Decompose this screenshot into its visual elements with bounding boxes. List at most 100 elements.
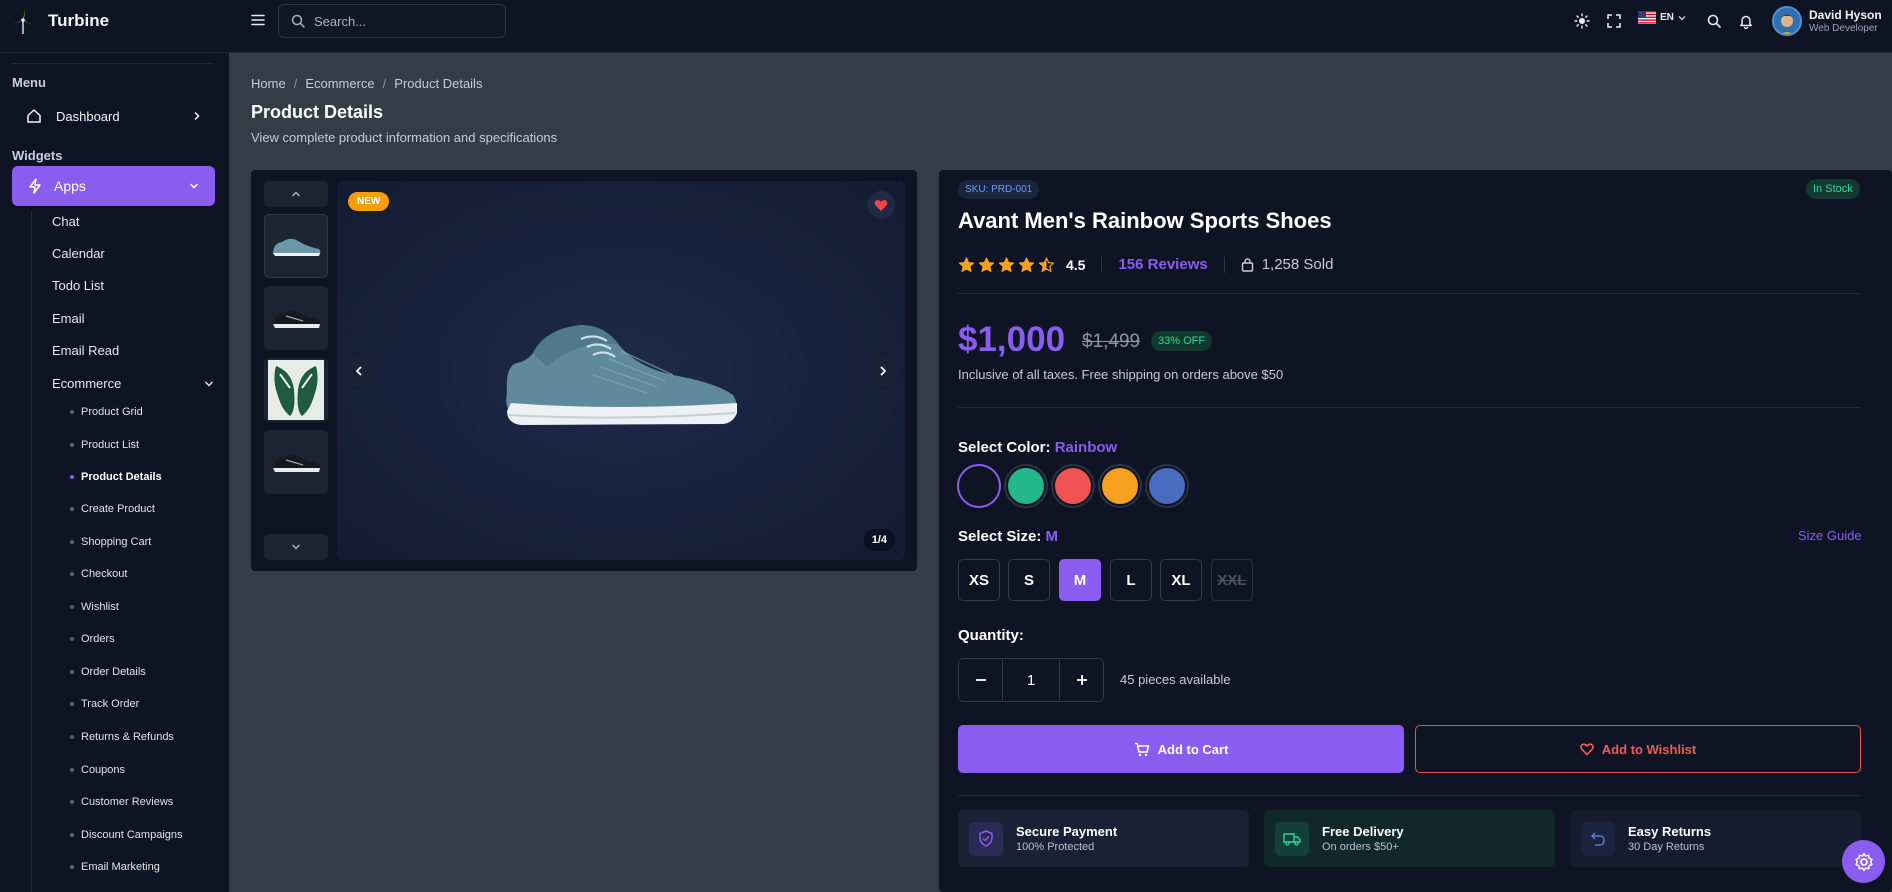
sidebar-divider [12, 63, 214, 64]
sidebar-item-coupons[interactable]: Coupons [70, 764, 125, 776]
chevron-right-icon [879, 366, 887, 376]
breadcrumb-current: Product Details [394, 76, 483, 91]
divider [958, 293, 1860, 294]
quantity-input[interactable]: 1 [1002, 659, 1060, 701]
menu-toggle-icon[interactable] [250, 12, 270, 32]
language-code: EN [1660, 12, 1674, 23]
breadcrumb: Home / Ecommerce / Product Details [251, 76, 482, 91]
color-swatch[interactable] [1006, 466, 1046, 506]
sidebar-item-apps[interactable]: Apps [12, 166, 215, 206]
color-swatch[interactable] [1147, 466, 1187, 506]
sidebar-item-returns-refunds[interactable]: Returns & Refunds [70, 731, 174, 743]
feature-title: Secure Payment [1016, 824, 1118, 839]
quantity-label: Quantity: [958, 627, 1024, 644]
bullet-dot [70, 443, 74, 447]
divider [958, 407, 1860, 408]
current-price: $1,000 [958, 320, 1066, 359]
color-swatch[interactable] [1053, 466, 1093, 506]
theme-toggle-sun-icon[interactable] [1573, 12, 1591, 30]
thumbnail-scroll-down-button[interactable] [264, 534, 328, 560]
sidebar-item-orders[interactable]: Orders [70, 633, 115, 645]
increase-quantity-button[interactable] [1060, 659, 1103, 701]
thumbnail-scroll-up-button[interactable] [264, 181, 328, 207]
sidebar-item-calendar[interactable]: Calendar [52, 246, 105, 261]
search-input[interactable] [314, 13, 484, 29]
sidebar-item-create-product[interactable]: Create Product [70, 503, 155, 515]
search-box[interactable] [278, 4, 506, 38]
star-icon [1038, 256, 1055, 272]
sidebar-item-dashboard[interactable]: Dashboard [26, 103, 202, 129]
size-guide-link[interactable]: Size Guide [1798, 528, 1862, 543]
divider [1101, 256, 1103, 273]
sidebar-item-product-list[interactable]: Product List [70, 439, 139, 451]
product-thumbnail[interactable] [264, 286, 328, 350]
sidebar-item-email-marketing[interactable]: Email Marketing [70, 861, 160, 873]
sidebar-item-email[interactable]: Email [52, 311, 85, 326]
sidebar-item-todo-list[interactable]: Todo List [52, 278, 104, 293]
sidebar-item-label: Track Order [81, 698, 140, 710]
previous-image-button[interactable] [344, 356, 374, 386]
sidebar-item-product-details[interactable]: Product Details [70, 471, 162, 483]
sidebar-tree-line [31, 211, 32, 892]
product-info-panel: SKU: PRD-001 In Stock Avant Men's Rainbo… [939, 170, 1892, 892]
sidebar-item-customer-reviews[interactable]: Customer Reviews [70, 796, 173, 808]
product-thumbnail[interactable] [264, 214, 328, 278]
main-product-image[interactable]: NEW 1/4 [337, 181, 905, 560]
sidebar-item-label: Ecommerce [52, 376, 122, 391]
chevron-down-icon [189, 181, 199, 191]
favorite-button[interactable] [867, 191, 895, 219]
star-icon [978, 256, 995, 272]
product-thumbnail[interactable] [264, 430, 328, 494]
search-icon[interactable] [1705, 12, 1723, 30]
sidebar-item-shopping-cart[interactable]: Shopping Cart [70, 536, 151, 548]
plus-icon [1076, 674, 1088, 686]
breadcrumb-home[interactable]: Home [251, 76, 286, 91]
settings-button[interactable] [1842, 840, 1885, 883]
size-option-xl[interactable]: XL [1160, 559, 1202, 601]
user-menu[interactable]: David Hyson Web Developer [1772, 6, 1882, 36]
gear-icon [1854, 852, 1874, 872]
sidebar-item-chat[interactable]: Chat [52, 214, 79, 229]
add-to-wishlist-label: Add to Wishlist [1601, 741, 1697, 757]
sidebar-item-label: Product List [81, 439, 140, 451]
return-arrow-icon [1581, 821, 1615, 856]
sidebar-item-order-details[interactable]: Order Details [70, 666, 146, 678]
color-swatch[interactable] [959, 466, 999, 506]
size-option-m[interactable]: M [1059, 559, 1101, 601]
color-label: Select Color: Rainbow [958, 439, 1117, 456]
notification-bell-icon[interactable] [1737, 12, 1755, 30]
sku-badge: SKU: PRD-001 [958, 180, 1040, 199]
chevron-left-icon [355, 366, 363, 376]
top-bar: Turbine EN [0, 0, 1892, 53]
sidebar-item-track-order[interactable]: Track Order [70, 698, 139, 710]
sidebar-item-checkout[interactable]: Checkout [70, 568, 127, 580]
color-swatch[interactable] [1100, 466, 1140, 506]
size-option-l[interactable]: L [1110, 559, 1152, 601]
decrease-quantity-button[interactable] [959, 659, 1002, 701]
fullscreen-icon[interactable] [1605, 12, 1623, 30]
sidebar-item-ecommerce[interactable]: Ecommerce [52, 376, 214, 391]
us-flag-icon [1638, 11, 1656, 24]
app-logo[interactable]: Turbine [12, 8, 109, 34]
heart-icon [874, 199, 888, 212]
language-selector[interactable]: EN [1638, 11, 1686, 24]
add-to-wishlist-button[interactable]: Add to Wishlist [1415, 725, 1861, 773]
add-to-cart-button[interactable]: Add to Cart [958, 725, 1404, 773]
feature-title: Easy Returns [1628, 824, 1712, 839]
breadcrumb-ecommerce[interactable]: Ecommerce [305, 76, 374, 91]
next-image-button[interactable] [868, 356, 898, 386]
sidebar-item-wishlist[interactable]: Wishlist [70, 601, 119, 613]
size-option-s[interactable]: S [1008, 559, 1050, 601]
available-pieces: 45 pieces available [1120, 672, 1231, 687]
star-rating [958, 256, 1055, 273]
truck-icon [1275, 821, 1309, 856]
size-option-xs[interactable]: XS [958, 559, 1000, 601]
sidebar-item-discount-campaigns[interactable]: Discount Campaigns [70, 829, 183, 841]
breadcrumb-separator: / [382, 76, 387, 91]
reviews-link[interactable]: 156 Reviews [1118, 256, 1207, 273]
new-badge: NEW [348, 192, 390, 211]
sidebar-item-email-read[interactable]: Email Read [52, 343, 119, 358]
color-label-text: Select Color: [958, 439, 1051, 456]
sidebar-item-product-grid[interactable]: Product Grid [70, 406, 143, 418]
product-thumbnail[interactable] [264, 358, 328, 422]
